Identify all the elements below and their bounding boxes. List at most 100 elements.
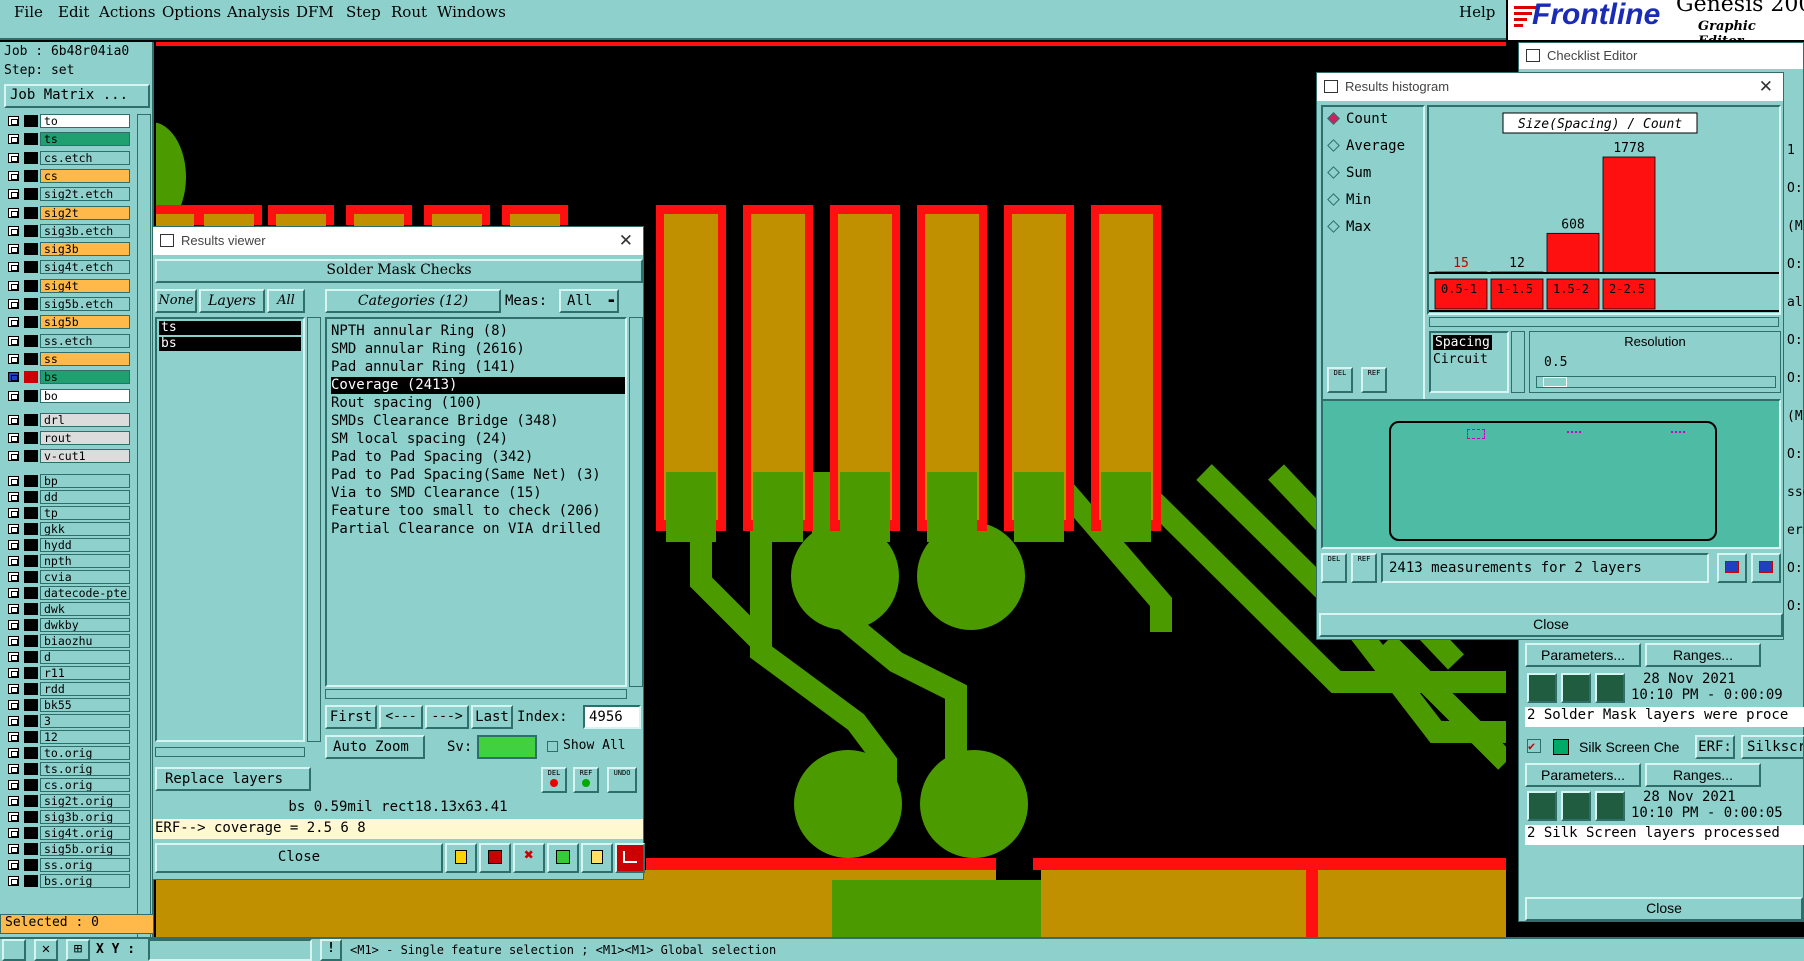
category-item[interactable]: SMDs Clearance Bridge (348): [331, 413, 559, 430]
histogram-close-button[interactable]: Close: [1319, 613, 1783, 637]
report-icon[interactable]: [445, 843, 477, 873]
layer-checkbox[interactable]: [8, 170, 19, 181]
layer-checkbox[interactable]: [8, 827, 19, 838]
run-icon[interactable]: [1595, 791, 1625, 821]
category-item[interactable]: Partial Clearance on VIA drilled: [331, 521, 601, 538]
layer-checkbox[interactable]: [8, 811, 19, 822]
layer-row[interactable]: sig4t: [6, 278, 130, 293]
category-item[interactable]: Coverage (2413): [331, 377, 625, 394]
layer-checkbox[interactable]: [8, 244, 19, 255]
categories-scrollbar[interactable]: [629, 317, 643, 687]
parameters-button[interactable]: Parameters...: [1525, 643, 1641, 667]
layer-checkbox[interactable]: [8, 390, 19, 401]
last-button[interactable]: Last: [471, 705, 513, 729]
silk-screen-check-row[interactable]: ✔ Silk Screen Che ERF: Silkscr: [1525, 733, 1804, 763]
run-icon[interactable]: [1561, 673, 1591, 703]
job-matrix-button[interactable]: Job Matrix ...: [4, 84, 150, 108]
layer-row[interactable]: ss.etch: [6, 333, 130, 348]
ranges-button[interactable]: Ranges...: [1645, 643, 1761, 667]
layer-row[interactable]: to: [6, 114, 130, 128]
filter-none-button[interactable]: None: [155, 289, 197, 313]
export-icon[interactable]: [479, 843, 511, 873]
notes-icon[interactable]: [581, 843, 613, 873]
results-viewer-close-button[interactable]: Close: [155, 843, 443, 873]
layer-checkbox[interactable]: [8, 414, 19, 425]
del-button[interactable]: DEL: [541, 767, 567, 793]
show-all-checkbox[interactable]: [547, 741, 558, 752]
category-item[interactable]: SMD annular Ring (2616): [331, 341, 525, 358]
layer-row[interactable]: dwk: [6, 601, 130, 616]
category-item[interactable]: Pad to Pad Spacing(Same Net) (3): [331, 467, 601, 484]
layer-row[interactable]: cs: [6, 168, 130, 183]
info-icon[interactable]: !: [320, 939, 342, 961]
layer-results-scrollbar[interactable]: [307, 317, 321, 742]
del-button[interactable]: DEL: [1327, 367, 1353, 393]
category-item[interactable]: SM local spacing (24): [331, 431, 508, 448]
menu-dfm[interactable]: DFM: [296, 3, 334, 21]
layer-checkbox[interactable]: [8, 651, 19, 662]
check-enabled-checkbox[interactable]: ✔: [1527, 739, 1541, 753]
menu-windows[interactable]: Windows: [437, 3, 506, 21]
menu-file[interactable]: File: [14, 3, 43, 21]
category-item[interactable]: Pad annular Ring (141): [331, 359, 516, 376]
layer-checkbox[interactable]: [8, 587, 19, 598]
layer-list-scrollbar[interactable]: [137, 114, 151, 952]
layer-checkbox[interactable]: [8, 491, 19, 502]
menu-step[interactable]: Step: [346, 3, 381, 21]
histogram-icon[interactable]: [615, 843, 645, 873]
layer-row[interactable]: drl: [6, 412, 130, 427]
layer-row[interactable]: sig5b.etch: [6, 297, 130, 311]
filter-all-button[interactable]: All: [267, 289, 305, 313]
layer-checkbox[interactable]: [8, 280, 19, 291]
layer-row[interactable]: 12: [6, 729, 130, 744]
layer-row[interactable]: ss.orig: [6, 857, 130, 872]
menu-actions[interactable]: Actions: [99, 3, 155, 21]
menu-rout[interactable]: Rout: [391, 3, 427, 21]
xy-input[interactable]: [148, 939, 312, 961]
layer-row[interactable]: sig2t: [6, 205, 130, 220]
sv-color-dropdown[interactable]: [477, 735, 537, 759]
ref-button[interactable]: REF: [1351, 553, 1377, 583]
run-icon[interactable]: [1527, 673, 1557, 703]
category-item[interactable]: NPTH annular Ring (8): [331, 323, 508, 340]
run-icon[interactable]: [1595, 673, 1625, 703]
ranges-button[interactable]: Ranges...: [1645, 763, 1761, 787]
layer-row[interactable]: hydd: [6, 537, 130, 552]
layer-row[interactable]: d: [6, 649, 130, 664]
layer-checkbox[interactable]: [8, 843, 19, 854]
layer-row[interactable]: 3: [6, 713, 130, 728]
layer-row[interactable]: ts: [6, 132, 130, 147]
layer-checkbox[interactable]: [8, 571, 19, 582]
mode-radio-sum[interactable]: Sum: [1327, 165, 1371, 185]
layer-checkbox[interactable]: [8, 225, 19, 236]
layer-row[interactable]: gkk: [6, 521, 130, 536]
layer-row[interactable]: v-cut1: [6, 449, 130, 464]
zoom-chart-icon[interactable]: [1717, 553, 1747, 583]
layer-row[interactable]: r11: [6, 665, 130, 680]
layer-checkbox[interactable]: [8, 555, 19, 566]
layer-checkbox[interactable]: [8, 116, 19, 126]
category-item[interactable]: Pad to Pad Spacing (342): [331, 449, 533, 466]
category-item[interactable]: Via to SMD Clearance (15): [331, 485, 542, 502]
run-icon[interactable]: [1561, 791, 1591, 821]
layer-checkbox[interactable]: [8, 859, 19, 870]
layer-checkbox[interactable]: [8, 152, 19, 163]
layer-row[interactable]: rdd: [6, 681, 130, 696]
layer-checkbox[interactable]: [8, 299, 19, 309]
layer-checkbox[interactable]: [8, 134, 19, 145]
menu-analysis[interactable]: Analysis: [227, 3, 290, 21]
layer-row[interactable]: bs.orig: [6, 873, 130, 888]
layer-row[interactable]: cs.etch: [6, 150, 130, 165]
layer-checkbox[interactable]: [8, 619, 19, 630]
layer-checkbox[interactable]: [8, 667, 19, 678]
layer-checkbox[interactable]: [8, 715, 19, 726]
category-item[interactable]: Feature too small to check (206): [331, 503, 601, 520]
layer-row[interactable]: sig4t.orig: [6, 825, 130, 840]
next-button[interactable]: --->: [425, 705, 469, 729]
grid-tool-icon[interactable]: ⊞: [66, 939, 90, 961]
close-icon[interactable]: ✕: [619, 227, 633, 255]
meas-dropdown[interactable]: All ▬: [559, 289, 619, 313]
ref-button[interactable]: REF: [1361, 367, 1387, 393]
layer-checkbox[interactable]: [8, 523, 19, 534]
run-icon[interactable]: [1527, 791, 1557, 821]
